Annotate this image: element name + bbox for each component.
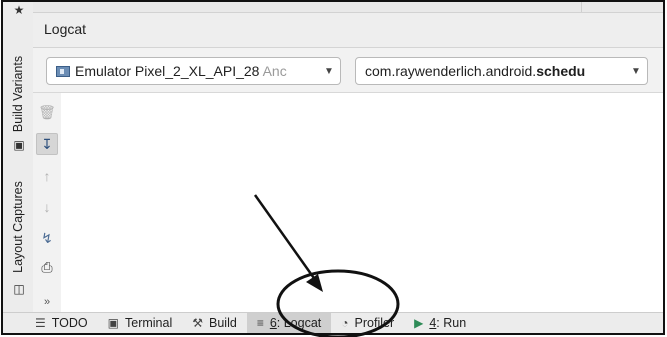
device-select[interactable]: Emulator Pixel_2_XL_API_28 Anc ▼: [46, 57, 341, 85]
logcat-toolbar: Emulator Pixel_2_XL_API_28 Anc ▼ com.ray…: [33, 48, 663, 93]
logcat-output[interactable]: [61, 93, 663, 313]
layout-captures-label: Layout Captures: [11, 181, 26, 273]
chevron-down-icon: ▼: [631, 65, 641, 77]
logcat-icon: ≡: [256, 316, 264, 330]
left-tool-strip: ★ Build Variants ▣ Layout Captures ◫: [3, 2, 34, 333]
tab-profiler-label: Profiler: [354, 316, 395, 330]
tab-build-label: Build: [209, 316, 237, 330]
list-icon: ☰: [35, 316, 46, 330]
bottom-tool-bar: ☰ TODO ▣ Terminal ⚒ Build ≡ 6: Logcat ◔ …: [3, 312, 663, 333]
clear-logcat-icon[interactable]: 🗑: [36, 101, 58, 123]
tab-logcat[interactable]: ≡ 6: Logcat: [246, 313, 332, 333]
build-variants-label: Build Variants: [11, 55, 26, 133]
star-icon: ★: [13, 3, 25, 17]
tab-logcat-label: 6: Logcat: [269, 316, 322, 330]
scroll-to-end-icon[interactable]: ↧: [36, 133, 58, 155]
logcat-header: Logcat: [33, 13, 663, 48]
emulator-icon: [56, 65, 70, 77]
ide-window: ★ Build Variants ▣ Layout Captures ◫ Log…: [1, 0, 665, 335]
run-icon: ▶: [414, 316, 424, 330]
tab-todo[interactable]: ☰ TODO: [25, 313, 98, 333]
panel-title: Logcat: [44, 21, 87, 37]
tab-terminal-label: Terminal: [125, 316, 173, 330]
tab-run[interactable]: ▶ 4: Run: [404, 313, 476, 333]
chevron-down-icon: ▼: [324, 65, 334, 77]
hammer-icon: ⚒: [192, 316, 204, 330]
tab-run-label: 4: Run: [429, 316, 467, 330]
logcat-side-tools: 🗑 ↧ ↑ ↓ ↯ ⎙ »: [33, 93, 62, 313]
print-icon[interactable]: ⎙: [36, 256, 58, 278]
process-select-value: com.raywenderlich.android.schedu: [365, 63, 586, 79]
tab-terminal[interactable]: ▣ Terminal: [98, 313, 183, 333]
soft-wrap-icon[interactable]: ↯: [36, 227, 58, 249]
device-select-value: Emulator Pixel_2_XL_API_28 Anc: [75, 63, 287, 79]
layout-captures-tab[interactable]: Layout Captures: [3, 172, 33, 282]
build-variants-tab[interactable]: Build Variants: [3, 44, 33, 144]
tab-profiler[interactable]: ◔ Profiler: [331, 313, 404, 333]
terminal-icon: ▣: [107, 316, 119, 330]
tab-todo-label: TODO: [51, 316, 88, 330]
tab-build[interactable]: ⚒ Build: [182, 313, 247, 333]
top-editor-bar: [33, 2, 663, 13]
gauge-icon: ◔: [341, 316, 349, 330]
process-select[interactable]: com.raywenderlich.android.schedu ▼: [355, 57, 648, 85]
layout-captures-icon: ◫: [13, 282, 25, 296]
down-arrow-icon[interactable]: ↓: [36, 196, 58, 218]
more-icon[interactable]: »: [36, 291, 58, 313]
up-arrow-icon[interactable]: ↑: [36, 165, 58, 187]
build-variants-icon: ▣: [13, 138, 25, 152]
